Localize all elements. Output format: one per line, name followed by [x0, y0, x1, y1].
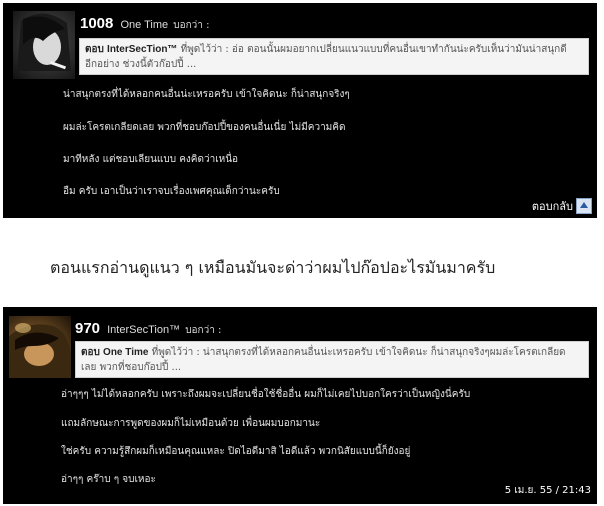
- avatar-portrait-icon: [17, 13, 71, 71]
- quote-box: ตอบ InterSecTion™ ที่พูดไว้ว่า : อ่อ ตอน…: [79, 38, 589, 75]
- quote-text-2: อีกอย่าง ช่วงนี้ตัวก๊อปปี้ ...: [85, 59, 197, 70]
- comment-card-1008: 1008 One Time บอกว่า : ตอบ InterSecTion™…: [3, 3, 597, 218]
- username[interactable]: InterSecTion™: [107, 324, 180, 336]
- quote-said: ที่พูดไว้ว่า :: [151, 347, 200, 358]
- avatar[interactable]: [9, 316, 71, 378]
- comment-card-970: 970 InterSecTion™ บอกว่า : ตอบ One Time …: [3, 307, 597, 504]
- comment-line: แถมลักษณะการพูดของผมก็ไม่เหมือนด้วย เพื่…: [61, 418, 321, 429]
- comment-line: มาทีหลัง แต่ชอบเลียนแบบ คงคิดว่าเหนื่อ: [63, 154, 239, 165]
- comment-line: อ่าๆๆๆ ไม่ได้หลอกครับ เพราะถึงผมจะเปลี่ย…: [61, 389, 471, 400]
- quote-box: ตอบ One Time ที่พูดไว้ว่า : น่าสนุกตรงที…: [75, 341, 589, 378]
- comment-header: 970 InterSecTion™ บอกว่า :: [75, 318, 221, 338]
- comment-line: อืม ครับ เอาเป็นว่าเราจบเรื่องเพศคุณเด็ก…: [63, 186, 280, 197]
- avatar[interactable]: [13, 11, 75, 79]
- quote-text-1: น่าสนุกตรงที่ได้หลอกคนอื่นน่ะเหรอครับ เข…: [202, 347, 566, 358]
- comment-line: อ่าๆๆ คร๊าบ ๆ จบเหอะ: [61, 474, 156, 485]
- comment-number: 1008: [80, 15, 114, 32]
- quote-text-2: เลย พวกที่ชอบก๊อปปี้ ...: [81, 362, 182, 373]
- comment-header: 1008 One Time บอกว่า :: [80, 13, 209, 33]
- quote-text-1: อ่อ ตอนนั้นผมอยากเปลี่ยนแนวแบบที่คนอื่นเ…: [231, 44, 567, 55]
- reply-label: ตอบกลับ: [531, 200, 573, 213]
- avatar-portrait-icon: [9, 323, 71, 378]
- reply-arrow-icon: [576, 198, 592, 214]
- quote-user[interactable]: InterSecTion™: [107, 44, 177, 55]
- comment-line: ใช่ครับ ความรู้สึกผมก็เหมือนคุณแหละ ปิดไ…: [61, 446, 411, 457]
- said-label: บอกว่า :: [185, 325, 222, 336]
- reply-button[interactable]: ตอบกลับ: [532, 197, 592, 215]
- quote-user[interactable]: One Time: [103, 347, 148, 358]
- username[interactable]: One Time: [120, 19, 168, 31]
- comment-number: 970: [75, 320, 101, 337]
- said-label: บอกว่า :: [173, 20, 210, 31]
- caption-text: ตอนแรกอ่านดูแนว ๆ เหมือนมันจะด่าว่าผมไปก…: [50, 258, 496, 277]
- quote-prefix: ตอบ: [81, 347, 100, 358]
- quote-prefix: ตอบ: [85, 44, 104, 55]
- comment-line: น่าสนุกตรงที่ได้หลอกคนอื่นน่ะเหรอครับ เข…: [63, 89, 350, 100]
- timestamp: 5 เม.ย. 55 / 21:43: [504, 485, 591, 496]
- quote-said: ที่พูดไว้ว่า :: [180, 44, 229, 55]
- comment-line: ผมล่ะโครตเกลียดเลย พวกที่ชอบก๊อปปี้ของคน…: [63, 122, 346, 133]
